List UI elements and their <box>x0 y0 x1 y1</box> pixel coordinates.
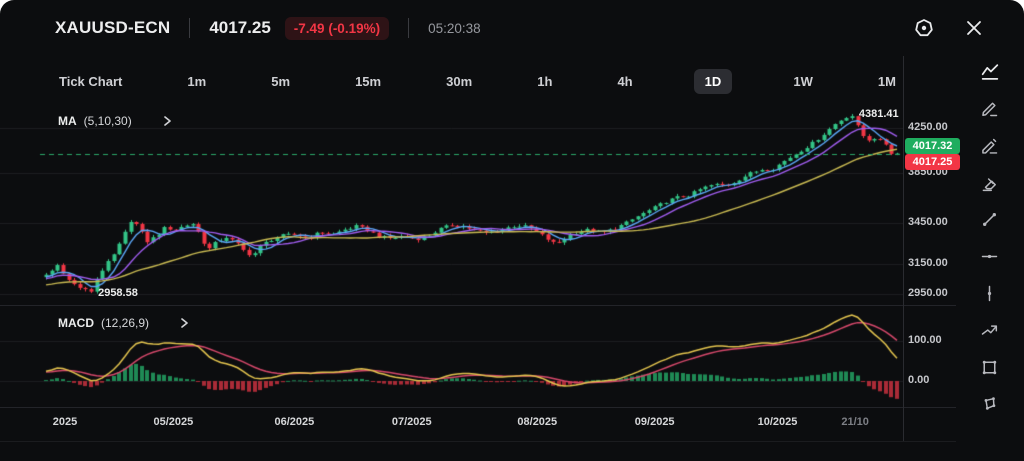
time-axis-tick: 09/2025 <box>635 416 675 428</box>
price-axis-tick: 2950.00 <box>908 287 948 299</box>
horizontal-line-icon <box>979 246 1000 267</box>
macd-axis-tick: 0.00 <box>908 374 929 386</box>
time-axis-tick: 2025 <box>53 416 77 428</box>
time-axis-tick: 08/2025 <box>517 416 557 428</box>
header: XAUUSD-ECN 4017.25 -7.49 (-0.19%) 05:20:… <box>0 0 1024 56</box>
price-axis-tick: 4250.00 <box>908 121 948 133</box>
pencil-icon <box>979 98 1000 119</box>
bid-price-badge: 4017.32 <box>905 138 960 154</box>
vertical-line-icon <box>979 283 1000 304</box>
pane-separator[interactable] <box>0 305 956 306</box>
trend-arrow-icon <box>979 320 1000 341</box>
macd-indicator-name: MACD <box>58 316 94 330</box>
last-price: 4017.25 <box>209 18 270 38</box>
chevron-right-icon[interactable] <box>161 114 173 128</box>
header-divider <box>408 18 409 38</box>
pencil-tool-button[interactable] <box>970 93 1010 125</box>
line-chart-tool-button[interactable] <box>970 56 1010 88</box>
header-divider <box>189 18 190 38</box>
line-chart-icon <box>979 61 1001 83</box>
macd-indicator-label[interactable]: MACD (12,26,9) <box>58 316 190 330</box>
time-axis-tick: 07/2025 <box>392 416 432 428</box>
price-axis-tick: 3450.00 <box>908 216 948 228</box>
candlestick-chart-canvas[interactable] <box>0 56 903 305</box>
time-axis-tick: 06/2025 <box>274 416 314 428</box>
close-button[interactable] <box>962 16 986 40</box>
trend-line-icon <box>979 209 1000 230</box>
settings-button[interactable] <box>912 16 936 40</box>
marker-pencil-tool-button[interactable] <box>970 130 1010 162</box>
price-scale-separator <box>903 56 904 441</box>
symbol-title: XAUUSD-ECN <box>55 18 170 38</box>
polygon-icon <box>979 393 1000 414</box>
session-high-label: 4381.41 <box>859 108 899 120</box>
close-icon <box>962 16 986 40</box>
time-axis-tick: 05/2025 <box>153 416 193 428</box>
eraser-icon <box>979 172 1000 193</box>
rectangle-tool-button[interactable] <box>970 351 1010 383</box>
horizontal-line-tool-button[interactable] <box>970 240 1010 272</box>
trend-arrow-tool-button[interactable] <box>970 314 1010 346</box>
session-low-label: 2958.58 <box>98 287 138 299</box>
polygon-tool-button[interactable] <box>970 388 1010 420</box>
eraser-tool-button[interactable] <box>970 167 1010 199</box>
vertical-line-tool-button[interactable] <box>970 277 1010 309</box>
trend-line-tool-button[interactable] <box>970 204 1010 236</box>
chevron-right-icon[interactable] <box>178 316 190 330</box>
ma-indicator-name: MA <box>58 114 77 128</box>
ma-indicator-label[interactable]: MA (5,10,30) <box>58 114 173 128</box>
last-price-badge: 4017.25 <box>905 154 960 170</box>
session-time: 05:20:38 <box>428 21 481 36</box>
bottom-separator <box>0 441 956 442</box>
time-axis-tick: 21/10 <box>841 416 869 428</box>
macd-axis-tick: 100.00 <box>908 334 942 346</box>
settings-icon <box>912 16 936 40</box>
trading-app-window: XAUUSD-ECN 4017.25 -7.49 (-0.19%) 05:20:… <box>0 0 1024 461</box>
marker-pencil-icon <box>979 135 1000 156</box>
time-axis-tick: 10/2025 <box>758 416 798 428</box>
price-change-badge: -7.49 (-0.19%) <box>285 17 389 40</box>
time-axis[interactable]: 2025 05/2025 06/2025 07/2025 08/2025 09/2025 1… <box>0 416 903 432</box>
drawing-toolbar <box>955 56 1024 428</box>
rectangle-icon <box>979 357 1000 378</box>
price-axis-tick: 3150.00 <box>908 257 948 269</box>
macd-indicator-params: (12,26,9) <box>101 316 149 330</box>
ma-indicator-params: (5,10,30) <box>84 114 132 128</box>
pane-separator[interactable] <box>0 407 956 408</box>
